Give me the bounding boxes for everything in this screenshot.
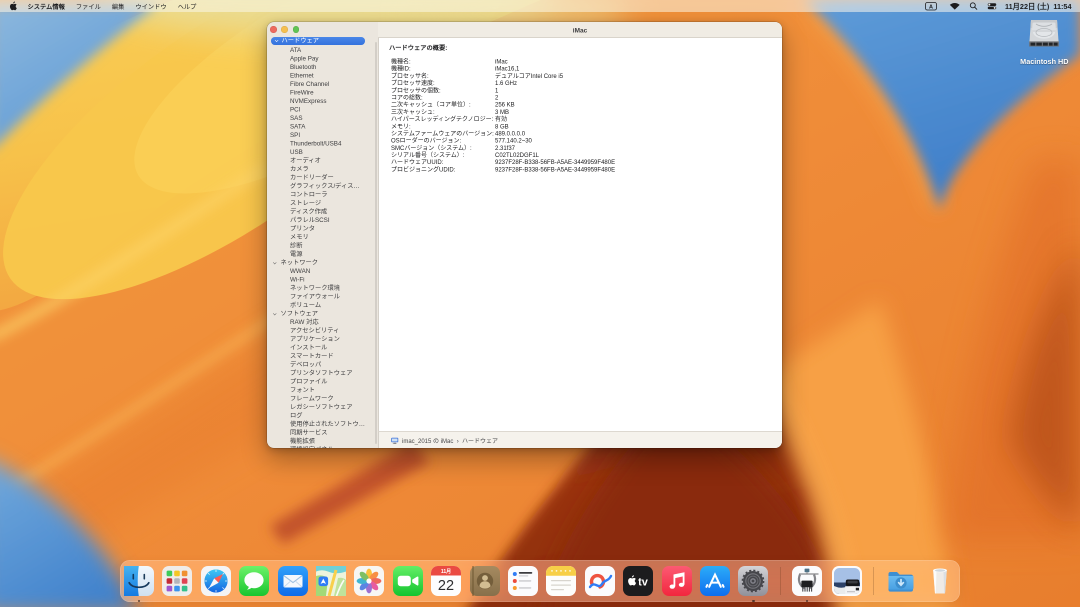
- svg-text:A: A: [929, 4, 933, 10]
- svg-text:tv: tv: [638, 577, 649, 589]
- svg-text:11月: 11月: [441, 568, 451, 575]
- svg-text:22: 22: [438, 578, 454, 594]
